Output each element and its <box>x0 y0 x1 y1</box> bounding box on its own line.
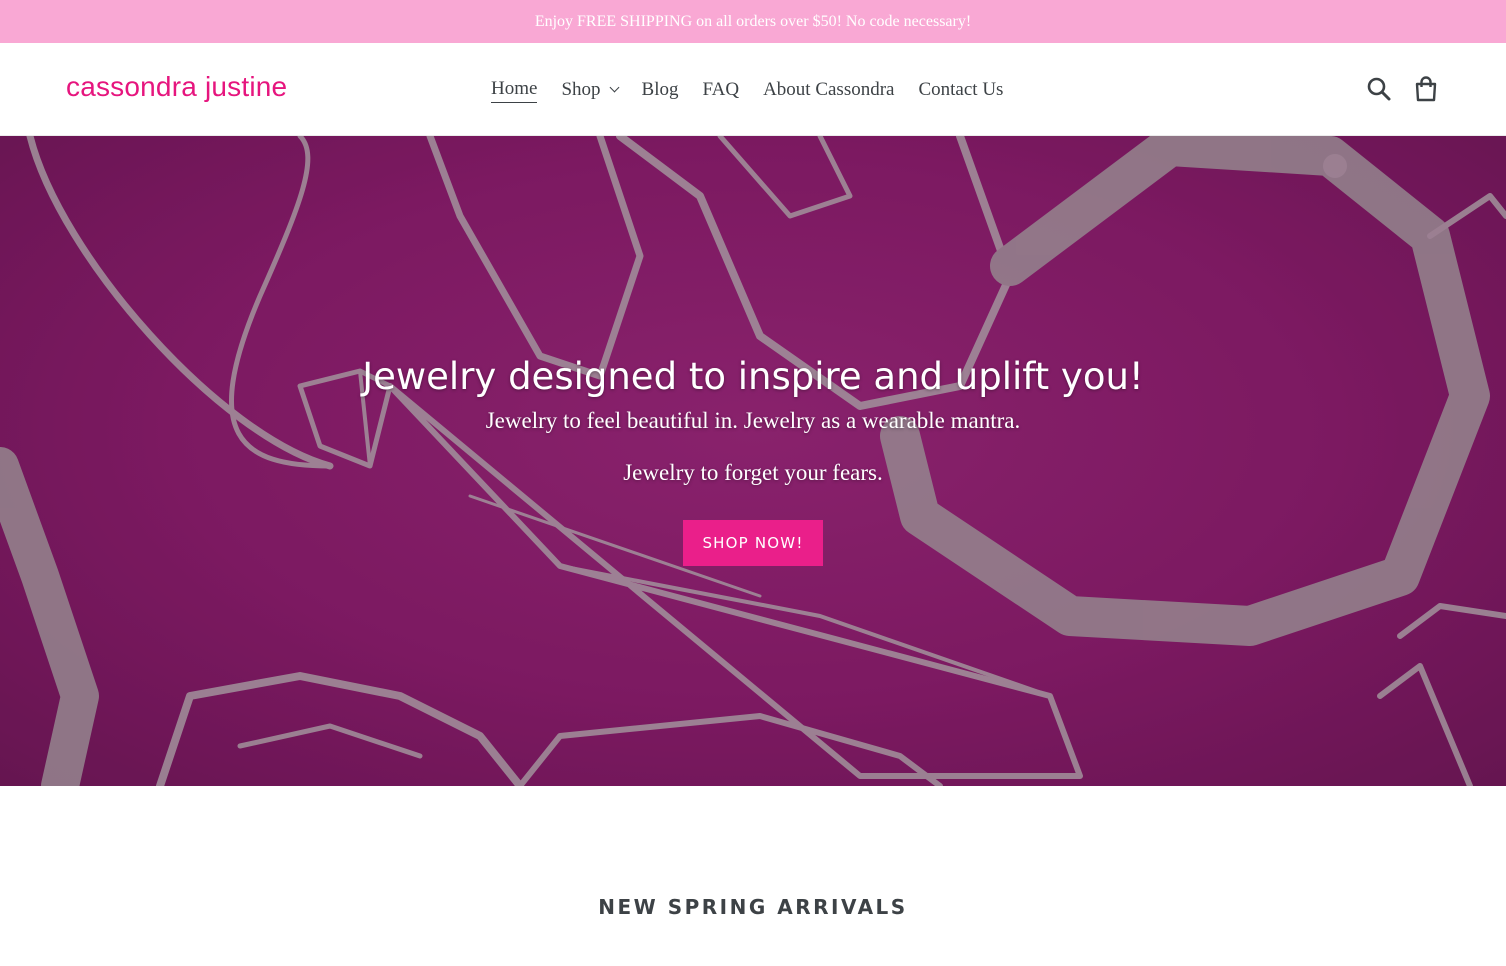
site-header: cassondra justine Home Shop Blog FAQ Abo… <box>0 43 1506 136</box>
cart-icon <box>1415 76 1437 102</box>
nav-item-shop[interactable]: Shop <box>549 76 629 103</box>
nav-item-label: FAQ <box>702 78 740 100</box>
nav-item-home[interactable]: Home <box>479 76 549 103</box>
hero-banner: Jewelry designed to inspire and uplift y… <box>0 136 1506 786</box>
hero-content: Jewelry designed to inspire and uplift y… <box>0 136 1506 786</box>
nav-item-blog[interactable]: Blog <box>630 76 691 103</box>
shop-now-button[interactable]: SHOP NOW! <box>683 520 823 566</box>
nav-item-faq[interactable]: FAQ <box>690 76 751 103</box>
announcement-bar: Enjoy FREE SHIPPING on all orders over $… <box>0 0 1506 43</box>
announcement-text: Enjoy FREE SHIPPING on all orders over $… <box>534 12 972 30</box>
search-button[interactable] <box>1365 75 1393 103</box>
hero-subtitle-2: Jewelry to forget your fears. <box>623 460 883 485</box>
nav-item-about[interactable]: About Cassondra <box>751 76 906 103</box>
main-nav: Home Shop Blog FAQ About Cassondra Conta… <box>479 76 1015 103</box>
site-logo[interactable]: cassondra justine <box>66 73 287 101</box>
nav-item-label: Home <box>491 76 538 103</box>
nav-item-label: Contact Us <box>918 78 1004 100</box>
section-title-new-arrivals: NEW SPRING ARRIVALS <box>598 895 908 919</box>
search-icon <box>1367 77 1391 101</box>
hero-subtitle-1: Jewelry to feel beautiful in. Jewelry as… <box>485 408 1021 433</box>
nav-item-label: About Cassondra <box>763 78 895 100</box>
nav-item-contact[interactable]: Contact Us <box>906 76 1015 103</box>
chevron-down-icon <box>609 82 619 93</box>
cart-button[interactable] <box>1412 75 1440 103</box>
nav-item-label: Blog <box>641 78 679 100</box>
hero-title: Jewelry designed to inspire and uplift y… <box>362 355 1144 398</box>
nav-item-label: Shop <box>561 78 601 100</box>
